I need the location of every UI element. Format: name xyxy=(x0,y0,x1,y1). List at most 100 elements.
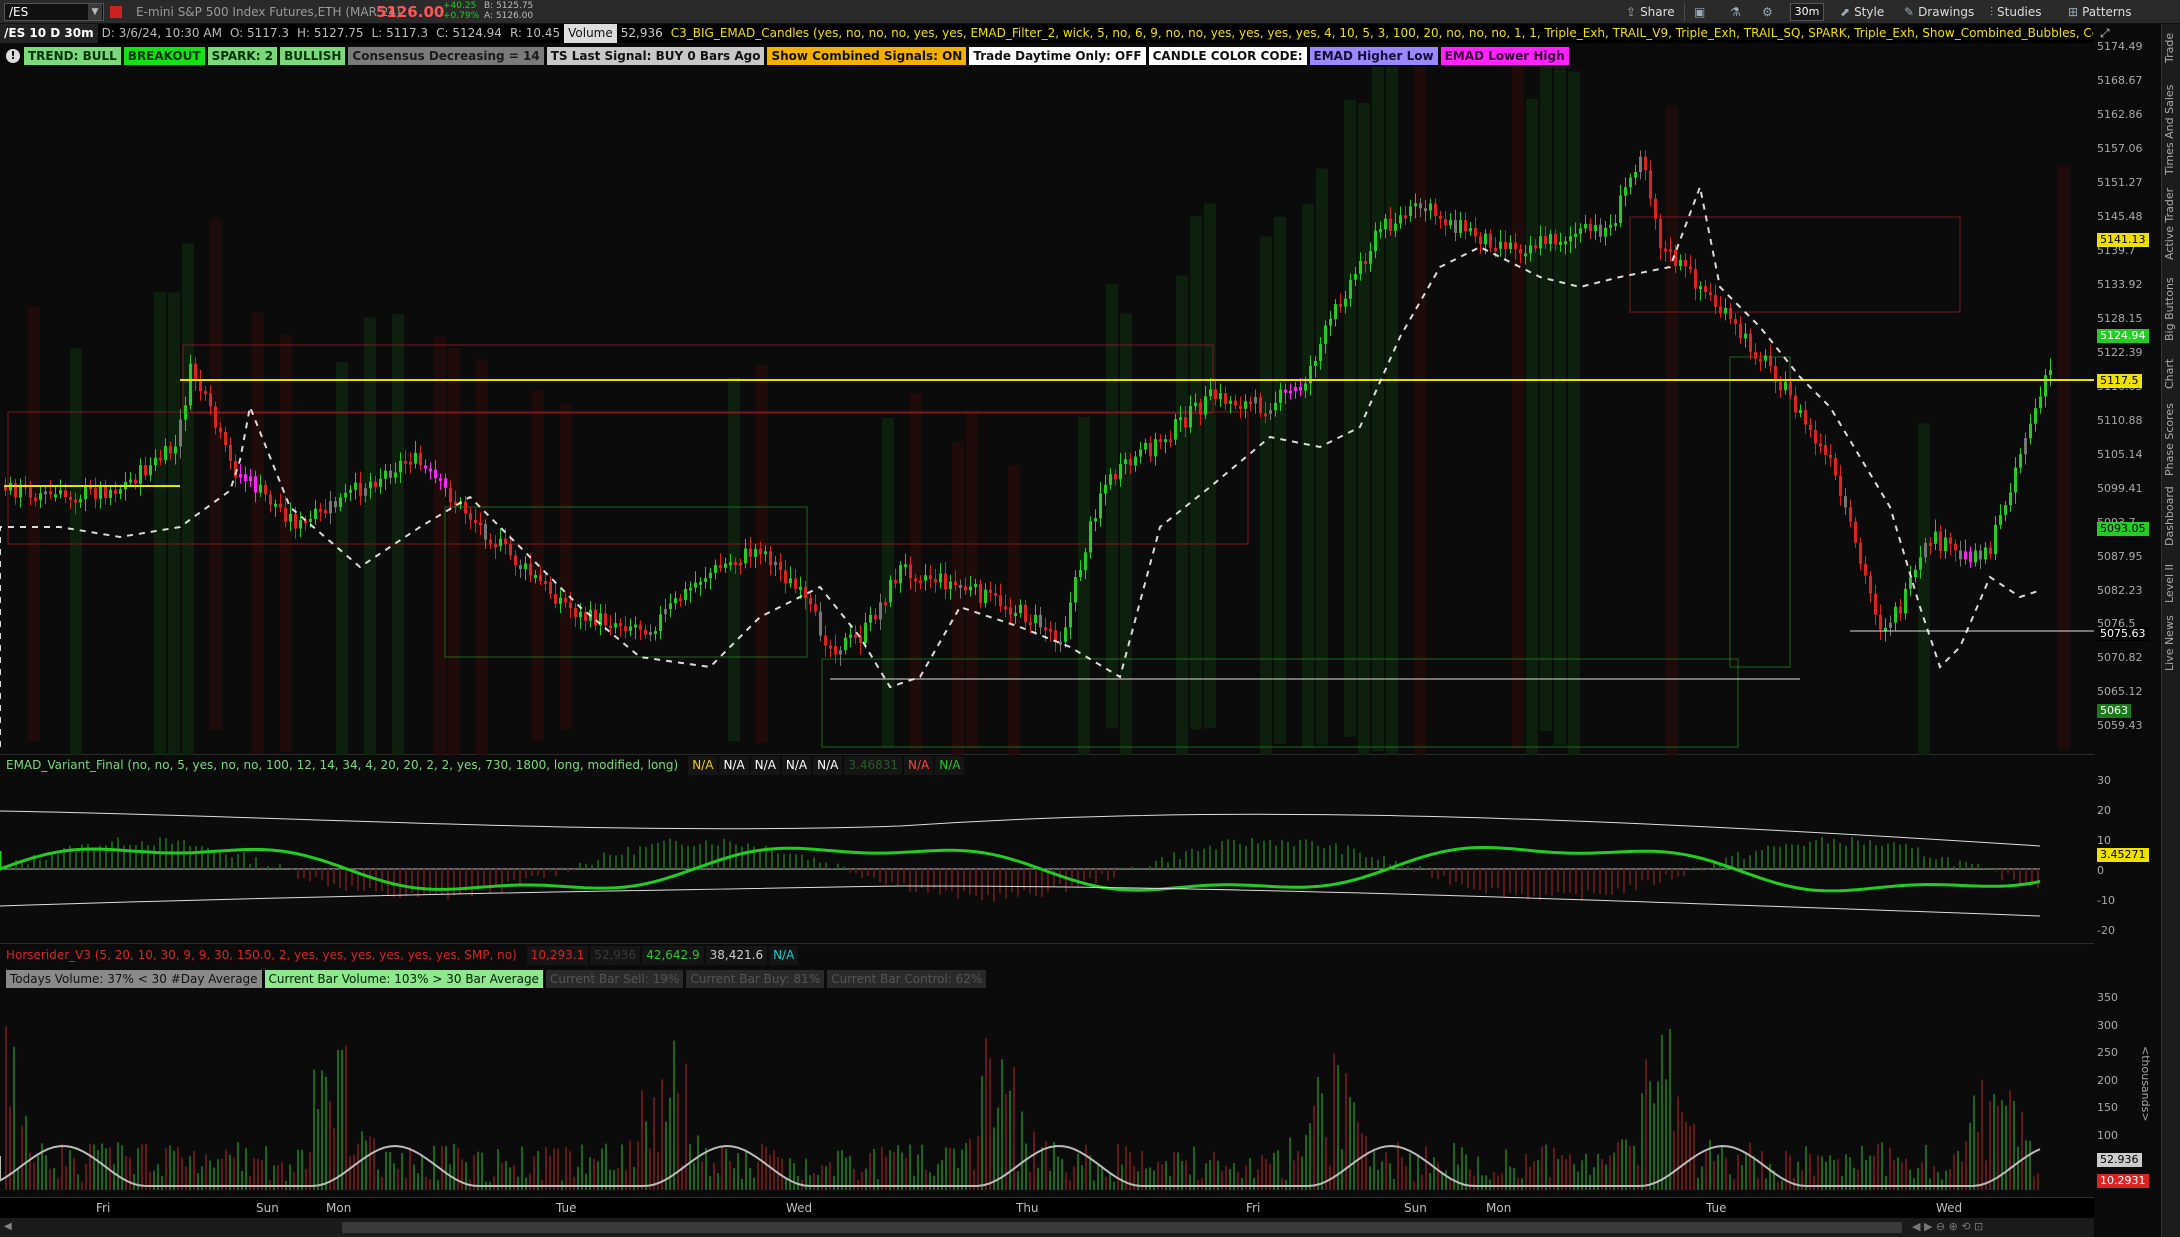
candle-body xyxy=(1584,223,1587,229)
sidebar-tab[interactable]: Live News xyxy=(2163,614,2180,672)
sidebar-tab[interactable]: Trade xyxy=(2163,30,2180,66)
candle-body xyxy=(379,478,382,488)
candle-body xyxy=(1234,400,1237,406)
candle-body xyxy=(1984,547,1987,560)
candle-body xyxy=(1069,602,1072,628)
candle-body xyxy=(669,603,672,610)
candle-body xyxy=(29,487,32,498)
chart-id[interactable]: /ES 10 D 30m xyxy=(0,24,98,43)
sidebar-tab[interactable]: Level II xyxy=(2163,559,2180,607)
candle-body xyxy=(1264,413,1267,417)
candle-body xyxy=(364,488,367,496)
bar-range: R: 10.45 xyxy=(509,26,561,40)
study-label-c3[interactable]: C3_BIG_EMAD_Candles (yes, no, no, no, ye… xyxy=(667,24,2093,43)
style-button[interactable]: ⬈ Style xyxy=(1840,3,1884,21)
sidebar-tab[interactable]: Active Trader xyxy=(2163,184,2180,264)
candle-body xyxy=(1884,627,1887,631)
axis-label: 5087.95 xyxy=(2097,549,2143,563)
volume-study-axis[interactable]: 35030025020015010050<thousands>52.93610.… xyxy=(2095,946,2161,1198)
share-icon: ⇪ xyxy=(1626,5,1637,19)
candle-body xyxy=(1314,360,1317,366)
volume-study-name[interactable]: Horserider_V3 (5, 20, 10, 30, 9, 9, 30, … xyxy=(2,946,521,965)
candle-body xyxy=(474,519,477,523)
screenshot-button[interactable]: ▣ xyxy=(1694,3,1709,21)
candle-body xyxy=(944,573,947,590)
candle-body xyxy=(359,482,362,496)
chart-scrollbar[interactable]: ◀ ◀ ▶ ⊖ ⊕ ⟲ ⊡ xyxy=(0,1218,2094,1237)
volume-study-pane[interactable]: Horserider_V3 (5, 20, 10, 30, 9, 9, 30, … xyxy=(0,946,2094,1198)
candle-body xyxy=(1639,156,1642,172)
signal-badge: Consensus Decreasing = 14 xyxy=(348,47,544,65)
sidebar-tab[interactable]: Times And Sales xyxy=(2163,84,2180,176)
emad-study-pane[interactable]: EMAD_Variant_Final (no, no, 5, yes, no, … xyxy=(0,756,2094,944)
price-tag: 5124.94 xyxy=(2097,329,2149,343)
candle-body xyxy=(864,622,867,643)
studies-button[interactable]: ⫶ Studies xyxy=(1990,3,2042,21)
price-axis[interactable]: 5174.49 5168.67 5162.86 5157.06 5151.27 5145.… xyxy=(2095,24,2161,755)
candle-body xyxy=(344,492,347,498)
candle-body xyxy=(834,645,837,655)
background-shade xyxy=(560,403,572,730)
drawings-button[interactable]: ✎ Drawings xyxy=(1904,3,1974,21)
scroll-left-icon[interactable]: ◀ xyxy=(4,1221,12,1232)
axis-label: 5151.27 xyxy=(2097,175,2143,189)
emad-study-header: EMAD_Variant_Final (no, no, 5, yes, no, … xyxy=(2,756,972,775)
study-value: N/A xyxy=(769,946,799,965)
emad-study-axis[interactable]: 30 20 10 0 -10 -20 3.45271 xyxy=(2095,756,2161,944)
candle-body xyxy=(664,609,667,615)
background-shade xyxy=(1386,52,1398,756)
candle-body xyxy=(1944,537,1947,552)
flask-button[interactable]: ⚗ xyxy=(1730,3,1745,21)
candle-body xyxy=(894,580,897,584)
candle-body xyxy=(319,508,322,512)
axis-label: 5145.48 xyxy=(2097,209,2143,223)
net-change-value: +40.25 xyxy=(443,1,477,11)
sidebar-tab[interactable]: Big Buttons xyxy=(2163,274,2180,344)
candle-body xyxy=(1519,249,1522,254)
sidebar-tab[interactable]: Chart xyxy=(2163,354,2180,394)
timeframe-button[interactable]: 30m xyxy=(1790,3,1824,21)
candle-body xyxy=(1504,241,1507,249)
candle-body xyxy=(1514,242,1517,250)
sidebar-tab[interactable]: Phase Scores xyxy=(2163,403,2180,476)
candle-body xyxy=(469,513,472,520)
candle-body xyxy=(939,573,942,583)
signal-badge: EMAD Lower High xyxy=(1440,47,1569,65)
price-tag: 5093.05 xyxy=(2097,522,2149,536)
candle-body xyxy=(1799,410,1802,414)
bar-high: H: 5127.75 xyxy=(297,26,364,40)
patterns-button[interactable]: ⊞ Patterns xyxy=(2068,3,2132,21)
study-value: 52,936 xyxy=(590,946,641,965)
candle-body xyxy=(1244,401,1247,409)
candle-body xyxy=(74,499,77,503)
candle-body xyxy=(1939,531,1942,552)
zoom-controls-icon[interactable]: ◀ ▶ ⊖ ⊕ ⟲ ⊡ xyxy=(1912,1220,1983,1233)
volume-badge: Current Bar Sell: 19% xyxy=(545,970,684,988)
emad-study-name[interactable]: EMAD_Variant_Final (no, no, 5, yes, no, … xyxy=(2,756,682,775)
candle-body xyxy=(4,487,7,491)
time-label: Tue xyxy=(1706,1201,1727,1215)
signal-badge: EMAD Higher Low xyxy=(1309,47,1438,65)
candle-body xyxy=(684,588,687,601)
candle-body xyxy=(1209,389,1212,397)
sidebar-tab[interactable]: Dashboard xyxy=(2163,484,2180,549)
time-axis[interactable]: Fri Sun Mon Tue Wed Thu Fri Sun Mon Tue Wed xyxy=(0,1198,2094,1218)
link-color-icon[interactable] xyxy=(110,6,122,18)
info-icon[interactable]: ! xyxy=(6,49,20,63)
symbol-dropdown-icon[interactable]: ▼ xyxy=(88,4,102,20)
candle-body xyxy=(949,581,952,590)
axis-label: 20 xyxy=(2097,804,2111,817)
candle-body xyxy=(749,548,752,557)
candle-body xyxy=(1009,607,1012,615)
axis-label: 5168.67 xyxy=(2097,73,2143,87)
candle-body xyxy=(254,476,257,493)
candle-body xyxy=(1929,542,1932,546)
candle-body xyxy=(1694,268,1697,289)
share-button[interactable]: ⇪ Share xyxy=(1626,3,1675,21)
candle-body xyxy=(399,460,402,473)
candle-body xyxy=(1379,229,1382,233)
candle-body xyxy=(334,501,337,508)
settings-button[interactable]: ⚙ xyxy=(1762,3,1777,21)
scrollbar-thumb[interactable] xyxy=(342,1222,1902,1233)
price-chart-pane[interactable] xyxy=(0,46,2094,787)
